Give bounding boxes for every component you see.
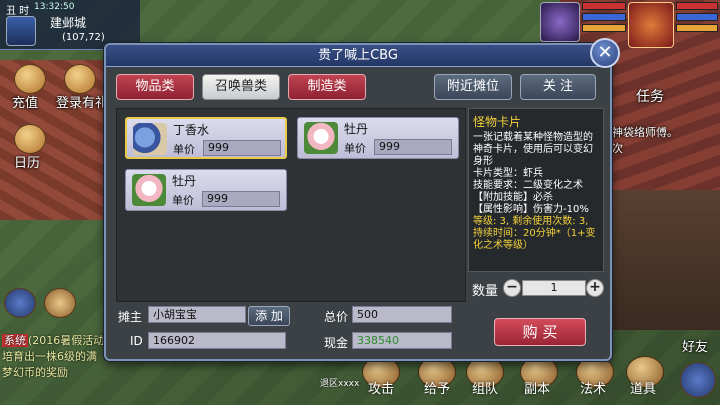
coordinates: (107,72) — [62, 32, 105, 43]
price-label: 单价 — [344, 142, 366, 155]
item-card[interactable]: 丁香水 单价 999 — [125, 117, 287, 159]
ground-label: 退区xxxx — [320, 379, 360, 389]
chat-line-2: 培育出一株6级的满 — [2, 350, 97, 363]
buy-button[interactable]: 购 买 — [494, 318, 586, 346]
refresh-icon[interactable] — [680, 362, 716, 398]
tab-items[interactable]: 物品类 — [116, 74, 194, 100]
peony-flower-icon — [132, 174, 166, 206]
owner-label: 摊主 — [118, 310, 143, 324]
player-status-bars — [676, 2, 718, 35]
npc-hint: 神袋络师傅。 — [612, 126, 678, 139]
quantity-minus-button[interactable]: − — [503, 279, 521, 297]
calendar-icon[interactable] — [14, 124, 46, 154]
detail-title: 怪物卡片 — [473, 115, 522, 129]
npc-hint-2: 次 — [612, 142, 623, 155]
detail-description: 一张记载着某种怪物造型的神奇卡片，使用后可以变幻身形 — [473, 132, 593, 167]
pet-avatar[interactable] — [540, 2, 580, 42]
minimap-icon[interactable] — [6, 16, 36, 46]
window-title: 贵了喊上CBG — [106, 45, 610, 67]
follow-button[interactable]: 关 注 — [520, 74, 596, 100]
cash-label: 现金 — [324, 336, 349, 350]
item-card[interactable]: 牡丹 单价 999 — [297, 117, 459, 159]
items-button[interactable]: 道具 — [630, 378, 656, 397]
price-value: 999 — [374, 139, 452, 155]
add-friend-button[interactable]: 添 加 — [248, 306, 290, 326]
total-price-label: 总价 — [324, 310, 349, 324]
attack-button[interactable]: 攻击 — [368, 378, 394, 397]
id-label: ID — [130, 334, 143, 348]
chat-line-3: 梦幻币的奖励 — [2, 366, 68, 379]
recharge-button[interactable]: 充值 — [12, 92, 38, 111]
item-name: 牡丹 — [344, 122, 369, 136]
give-button[interactable]: 给予 — [424, 378, 450, 397]
gift-icon[interactable] — [64, 64, 96, 94]
dungeon-button[interactable]: 副本 — [524, 378, 550, 397]
price-value: 999 — [202, 191, 280, 207]
item-name: 牡丹 — [172, 174, 197, 188]
player-avatar[interactable] — [628, 2, 674, 48]
clock: 13:32:50 — [34, 2, 75, 12]
map-name: 建邺城 — [50, 16, 87, 30]
cash-value: 338540 — [352, 332, 452, 349]
detail-level-info: 等级: 3, 剩余使用次数: 3, 持续时间：20分钟*（1+变化之术等级） — [473, 216, 596, 251]
quantity-label: 数量 — [472, 284, 499, 299]
item-name: 丁香水 — [173, 123, 210, 137]
tab-crafting[interactable]: 制造类 — [288, 74, 366, 100]
task-button[interactable]: 任务 — [636, 86, 664, 106]
item-list: 丁香水 单价 999 牡丹 单价 999 牡丹 单价 999 — [116, 108, 466, 302]
calendar-button[interactable]: 日历 — [14, 152, 40, 171]
quantity-input[interactable]: 1 — [522, 280, 586, 296]
item-detail-panel: 怪物卡片 一张记载着某种怪物造型的神奇卡片，使用后可以变幻身形 卡片类型：虾兵 … — [468, 108, 604, 272]
detail-attribute: 【属性影响】伤害力-10% — [473, 204, 589, 215]
chat-line-1: 系统 (2016暑假活动 — [2, 334, 105, 347]
pet-status-bars — [582, 2, 626, 35]
microphone-icon[interactable] — [44, 288, 76, 318]
nearby-stalls-button[interactable]: 附近摊位 — [434, 74, 512, 100]
house-right — [600, 190, 720, 330]
total-price-value: 500 — [352, 306, 452, 323]
detail-card-type: 卡片类型：虾兵 — [473, 168, 543, 179]
friends-button[interactable]: 好友 — [682, 336, 708, 355]
spell-button[interactable]: 法术 — [580, 378, 606, 397]
price-label: 单价 — [172, 194, 194, 207]
team-button[interactable]: 组队 — [472, 378, 498, 397]
coin-icon[interactable] — [14, 64, 46, 94]
detail-skill-requirement: 技能要求：二级变化之术 — [473, 180, 583, 191]
login-reward-button[interactable]: 登录有礼 — [56, 92, 108, 111]
detail-extra-skill: 【附加技能】必杀 — [473, 192, 553, 203]
quantity-plus-button[interactable]: + — [586, 279, 604, 297]
id-value: 166902 — [148, 332, 286, 349]
item-card[interactable]: 牡丹 单价 999 — [125, 169, 287, 211]
time-period: 丑 时 — [6, 6, 30, 17]
peony-flower-icon — [304, 122, 338, 154]
snail-potion-icon — [133, 123, 167, 155]
chat-bubble-icon[interactable] — [4, 288, 36, 318]
close-button[interactable]: ✕ — [590, 38, 620, 68]
tab-summoned-beasts[interactable]: 召唤兽类 — [202, 74, 280, 100]
owner-name: 小胡宝宝 — [148, 306, 246, 323]
price-value: 999 — [203, 140, 281, 156]
price-label: 单价 — [173, 143, 195, 156]
